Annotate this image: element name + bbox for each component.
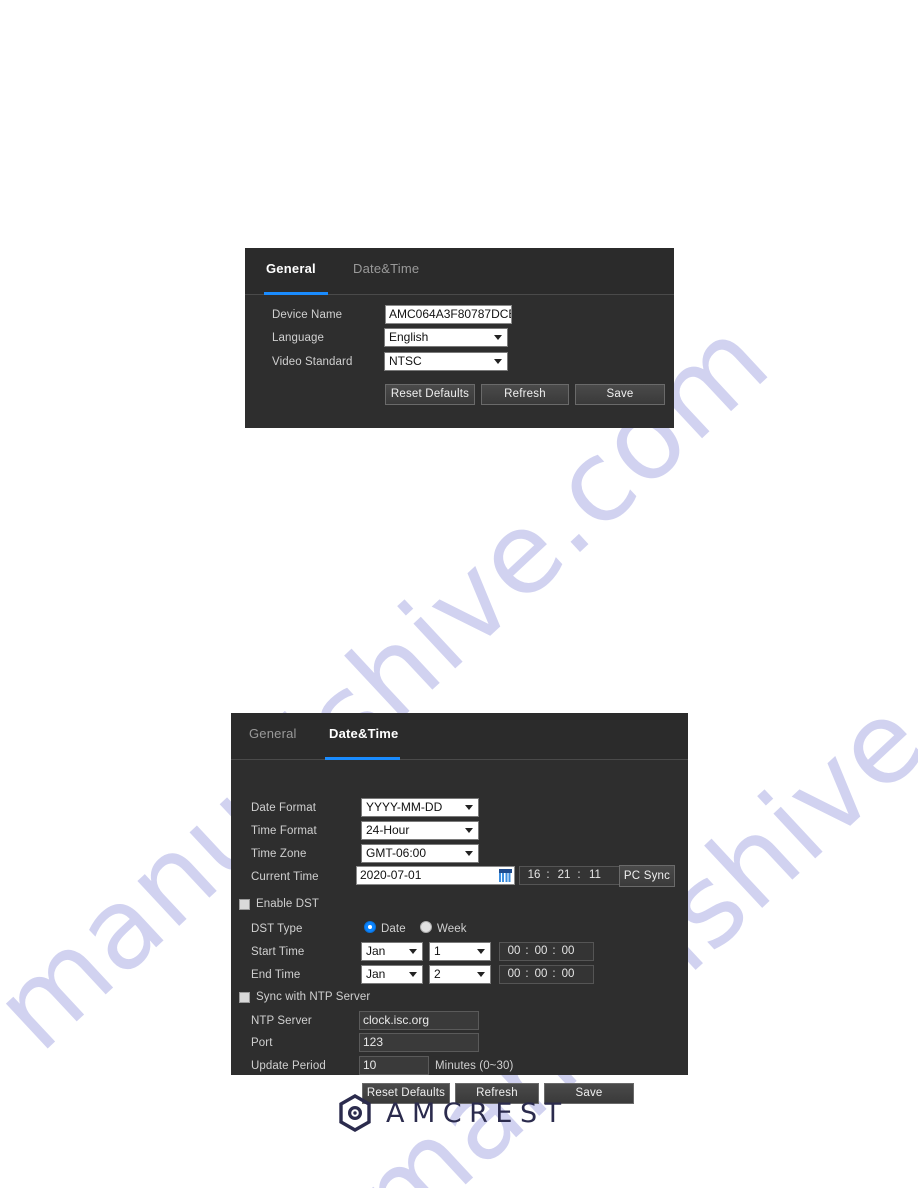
video-standard-select-value: NTSC <box>389 354 422 368</box>
chevron-down-icon <box>465 850 474 859</box>
ntp-server-input[interactable]: clock.isc.org <box>359 1011 479 1030</box>
time-separator: : <box>577 869 581 881</box>
time-zone-select[interactable]: GMT-06:00 <box>361 844 479 863</box>
start-time-second[interactable]: 00 <box>558 943 578 960</box>
current-time-hour[interactable]: 16 <box>524 867 544 884</box>
end-time-label: End Time <box>251 969 301 981</box>
tab-general[interactable]: General <box>266 261 316 276</box>
device-name-label: Device Name <box>272 309 343 321</box>
update-period-input[interactable]: 10 <box>359 1056 429 1075</box>
video-standard-label: Video Standard <box>272 356 353 368</box>
refresh-button[interactable]: Refresh <box>481 384 569 405</box>
end-time-month-value: Jan <box>366 967 386 981</box>
chevron-down-icon <box>494 334 503 343</box>
datetime-panel-tabbar: General Date&Time <box>231 713 688 760</box>
time-separator: : <box>546 869 550 881</box>
chevron-down-icon <box>477 971 486 980</box>
current-time-minute[interactable]: 21 <box>553 867 575 884</box>
update-period-label: Update Period <box>251 1060 326 1072</box>
end-time-clock-group[interactable]: 00 : 00 : 00 <box>499 965 594 984</box>
reset-defaults-button[interactable]: Reset Defaults <box>385 384 475 405</box>
tab-general[interactable]: General <box>249 726 297 741</box>
amcrest-hexagon-logo-icon <box>339 1094 371 1132</box>
end-time-minute[interactable]: 00 <box>531 966 551 983</box>
time-format-select[interactable]: 24-Hour <box>361 821 479 840</box>
time-format-label: Time Format <box>251 825 317 837</box>
tab-date-time[interactable]: Date&Time <box>329 726 398 741</box>
sync-ntp-label: Sync with NTP Server <box>256 991 371 1003</box>
general-panel-tabbar: General Date&Time <box>245 248 674 295</box>
chevron-down-icon <box>465 804 474 813</box>
start-time-day-select[interactable]: 1 <box>429 942 491 961</box>
start-time-month-select[interactable]: Jan <box>361 942 423 961</box>
date-format-select-value: YYYY-MM-DD <box>366 800 443 814</box>
time-zone-select-value: GMT-06:00 <box>366 846 427 860</box>
end-time-day-select[interactable]: 2 <box>429 965 491 984</box>
dst-type-week-radio[interactable] <box>420 921 432 933</box>
port-input[interactable]: 123 <box>359 1033 479 1052</box>
end-time-hour[interactable]: 00 <box>504 966 524 983</box>
time-separator: : <box>525 945 529 957</box>
datetime-panel-body: Date Format YYYY-MM-DD Time Format 24-Ho… <box>231 760 688 1104</box>
chevron-down-icon <box>494 358 503 367</box>
time-separator: : <box>552 945 556 957</box>
start-time-clock-group[interactable]: 00 : 00 : 00 <box>499 942 594 961</box>
language-label: Language <box>272 332 324 344</box>
enable-dst-label: Enable DST <box>256 898 320 910</box>
pc-sync-button[interactable]: PC Sync <box>619 865 675 887</box>
date-format-select[interactable]: YYYY-MM-DD <box>361 798 479 817</box>
time-format-select-value: 24-Hour <box>366 823 410 837</box>
ntp-server-label: NTP Server <box>251 1015 312 1027</box>
tab-date-time[interactable]: Date&Time <box>353 261 419 276</box>
dst-type-date-label: Date <box>381 923 406 935</box>
end-time-day-value: 2 <box>434 967 441 981</box>
datetime-settings-panel: General Date&Time Date Format YYYY-MM-DD… <box>231 713 688 1104</box>
time-separator: : <box>525 968 529 980</box>
language-select[interactable]: English <box>384 328 508 347</box>
chevron-down-icon <box>409 948 418 957</box>
dst-type-date-radio[interactable] <box>364 921 376 933</box>
chevron-down-icon <box>409 971 418 980</box>
amcrest-wordmark: AMCREST <box>386 1097 569 1129</box>
dst-type-week-label: Week <box>437 923 467 935</box>
update-period-units: Minutes (0~30) <box>435 1060 514 1072</box>
current-time-clock-group[interactable]: 16 : 21 : 11 <box>519 866 625 885</box>
language-select-value: English <box>389 330 429 344</box>
device-name-input[interactable]: AMC064A3F80787DCB <box>385 305 512 324</box>
end-time-second[interactable]: 00 <box>558 966 578 983</box>
start-time-month-value: Jan <box>366 944 386 958</box>
time-separator: : <box>552 968 556 980</box>
general-settings-panel: General Date&Time Device Name AMC064A3F8… <box>245 248 674 428</box>
current-time-label: Current Time <box>251 871 319 883</box>
port-label: Port <box>251 1037 273 1049</box>
sync-ntp-checkbox[interactable] <box>239 992 250 1003</box>
current-time-second[interactable]: 11 <box>584 867 606 884</box>
current-time-date-input[interactable]: 2020-07-01 <box>356 866 515 885</box>
end-time-month-select[interactable]: Jan <box>361 965 423 984</box>
dst-type-label: DST Type <box>251 923 303 935</box>
amcrest-logo: AMCREST <box>338 1094 569 1132</box>
calendar-icon[interactable] <box>499 869 512 882</box>
video-standard-select[interactable]: NTSC <box>384 352 508 371</box>
start-time-hour[interactable]: 00 <box>504 943 524 960</box>
chevron-down-icon <box>465 827 474 836</box>
enable-dst-checkbox[interactable] <box>239 899 250 910</box>
start-time-minute[interactable]: 00 <box>531 943 551 960</box>
chevron-down-icon <box>477 948 486 957</box>
start-time-day-value: 1 <box>434 944 441 958</box>
general-panel-body: Device Name AMC064A3F80787DCB Language E… <box>245 295 674 428</box>
time-zone-label: Time Zone <box>251 848 307 860</box>
date-format-label: Date Format <box>251 802 317 814</box>
save-button[interactable]: Save <box>575 384 665 405</box>
start-time-label: Start Time <box>251 946 305 958</box>
